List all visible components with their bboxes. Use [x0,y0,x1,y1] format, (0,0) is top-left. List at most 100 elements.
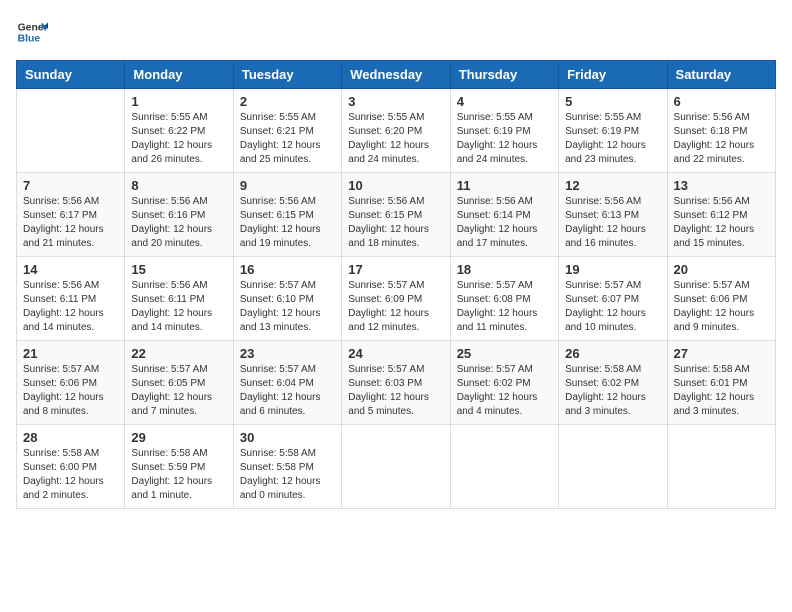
calendar-cell: 29Sunrise: 5:58 AM Sunset: 5:59 PM Dayli… [125,425,233,509]
day-info: Sunrise: 5:57 AM Sunset: 6:03 PM Dayligh… [348,363,443,419]
calendar-cell: 10Sunrise: 5:56 AM Sunset: 6:15 PM Dayli… [342,173,450,257]
day-info: Sunrise: 5:58 AM Sunset: 6:00 PM Dayligh… [23,447,118,503]
day-info: Sunrise: 5:55 AM Sunset: 6:19 PM Dayligh… [565,111,660,167]
day-info: Sunrise: 5:57 AM Sunset: 6:08 PM Dayligh… [457,279,552,335]
day-number: 8 [131,178,226,193]
calendar-cell: 17 Sunrise: 5:57 AM Sunset: 6:09 PM Dayli… [342,257,450,341]
day-number: 19 [565,262,660,277]
calendar-week-row: 21 Sunrise: 5:57 AM Sunset: 6:06 PM Dayli… [17,341,776,425]
calendar-cell [17,89,125,173]
day-number: 11 [457,178,552,193]
calendar-cell [342,425,450,509]
day-info: Sunrise: 5:57 AM Sunset: 6:06 PM Dayligh… [674,279,769,335]
day-number: 6 [674,94,769,109]
weekday-header-cell: Sunday [17,61,125,89]
calendar-cell [667,425,775,509]
svg-text:Blue: Blue [18,34,41,45]
day-number: 5 [565,94,660,109]
day-info: Sunrise: 5:55 AM Sunset: 6:20 PM Dayligh… [348,111,443,167]
calendar-week-row: 1Sunrise: 5:55 AM Sunset: 6:22 PM Daylig… [17,89,776,173]
weekday-header-row: SundayMondayTuesdayWednesdayThursdayFrid… [17,61,776,89]
day-info: Sunrise: 5:58 AM Sunset: 6:01 PM Dayligh… [674,363,769,419]
day-number: 22 [131,346,226,361]
calendar-cell: 30Sunrise: 5:58 AM Sunset: 5:58 PM Dayli… [233,425,341,509]
calendar-body: 1Sunrise: 5:55 AM Sunset: 6:22 PM Daylig… [17,89,776,509]
calendar-cell: 4 Sunrise: 5:55 AM Sunset: 6:19 PM Daylig… [450,89,558,173]
day-info: Sunrise: 5:56 AM Sunset: 6:11 PM Dayligh… [23,279,118,335]
day-info: Sunrise: 5:57 AM Sunset: 6:02 PM Dayligh… [457,363,552,419]
day-info: Sunrise: 5:57 AM Sunset: 6:04 PM Dayligh… [240,363,335,419]
calendar-cell: 28 Sunrise: 5:58 AM Sunset: 6:00 PM Dayli… [17,425,125,509]
day-number: 4 [457,94,552,109]
calendar-cell: 9 Sunrise: 5:56 AM Sunset: 6:15 PM Daylig… [233,173,341,257]
page-header: General Blue [16,16,776,48]
day-info: Sunrise: 5:56 AM Sunset: 6:12 PM Dayligh… [674,195,769,251]
day-number: 7 [23,178,118,193]
day-number: 3 [348,94,443,109]
calendar-cell: 27 Sunrise: 5:58 AM Sunset: 6:01 PM Dayli… [667,341,775,425]
day-info: Sunrise: 5:57 AM Sunset: 6:05 PM Dayligh… [131,363,226,419]
day-number: 29 [131,430,226,445]
day-number: 18 [457,262,552,277]
calendar-cell: 13 Sunrise: 5:56 AM Sunset: 6:12 PM Dayli… [667,173,775,257]
day-info: Sunrise: 5:56 AM Sunset: 6:15 PM Dayligh… [240,195,335,251]
day-number: 21 [23,346,118,361]
day-number: 24 [348,346,443,361]
day-number: 14 [23,262,118,277]
weekday-header-cell: Friday [559,61,667,89]
calendar-cell: 12 Sunrise: 5:56 AM Sunset: 6:13 PM Dayli… [559,173,667,257]
day-number: 17 [348,262,443,277]
weekday-header-cell: Thursday [450,61,558,89]
calendar-cell: 23Sunrise: 5:57 AM Sunset: 6:04 PM Dayli… [233,341,341,425]
calendar-cell: 3 Sunrise: 5:55 AM Sunset: 6:20 PM Daylig… [342,89,450,173]
day-number: 9 [240,178,335,193]
day-info: Sunrise: 5:58 AM Sunset: 5:58 PM Dayligh… [240,447,335,503]
calendar-cell: 2Sunrise: 5:55 AM Sunset: 6:21 PM Daylig… [233,89,341,173]
calendar-cell: 7Sunrise: 5:56 AM Sunset: 6:17 PM Daylig… [17,173,125,257]
day-info: Sunrise: 5:58 AM Sunset: 6:02 PM Dayligh… [565,363,660,419]
calendar-cell: 24 Sunrise: 5:57 AM Sunset: 6:03 PM Dayli… [342,341,450,425]
weekday-header-cell: Saturday [667,61,775,89]
day-info: Sunrise: 5:57 AM Sunset: 6:06 PM Dayligh… [23,363,118,419]
day-number: 15 [131,262,226,277]
calendar-table: SundayMondayTuesdayWednesdayThursdayFrid… [16,60,776,509]
day-info: Sunrise: 5:57 AM Sunset: 6:09 PM Dayligh… [348,279,443,335]
day-number: 2 [240,94,335,109]
calendar-week-row: 7Sunrise: 5:56 AM Sunset: 6:17 PM Daylig… [17,173,776,257]
calendar-cell [559,425,667,509]
weekday-header-cell: Tuesday [233,61,341,89]
calendar-week-row: 14 Sunrise: 5:56 AM Sunset: 6:11 PM Dayli… [17,257,776,341]
day-info: Sunrise: 5:55 AM Sunset: 6:19 PM Dayligh… [457,111,552,167]
weekday-header-cell: Monday [125,61,233,89]
day-number: 25 [457,346,552,361]
day-info: Sunrise: 5:56 AM Sunset: 6:13 PM Dayligh… [565,195,660,251]
logo-icon: General Blue [16,16,48,48]
calendar-cell: 1Sunrise: 5:55 AM Sunset: 6:22 PM Daylig… [125,89,233,173]
day-info: Sunrise: 5:57 AM Sunset: 6:07 PM Dayligh… [565,279,660,335]
calendar-cell: 20 Sunrise: 5:57 AM Sunset: 6:06 PM Dayli… [667,257,775,341]
day-number: 26 [565,346,660,361]
calendar-cell: 15Sunrise: 5:56 AM Sunset: 6:11 PM Dayli… [125,257,233,341]
calendar-cell: 26 Sunrise: 5:58 AM Sunset: 6:02 PM Dayli… [559,341,667,425]
calendar-cell: 18 Sunrise: 5:57 AM Sunset: 6:08 PM Dayli… [450,257,558,341]
day-number: 16 [240,262,335,277]
day-number: 20 [674,262,769,277]
calendar-cell: 19 Sunrise: 5:57 AM Sunset: 6:07 PM Dayli… [559,257,667,341]
calendar-week-row: 28 Sunrise: 5:58 AM Sunset: 6:00 PM Dayli… [17,425,776,509]
calendar-cell: 16 Sunrise: 5:57 AM Sunset: 6:10 PM Dayli… [233,257,341,341]
day-number: 13 [674,178,769,193]
day-number: 27 [674,346,769,361]
calendar-cell: 14 Sunrise: 5:56 AM Sunset: 6:11 PM Dayli… [17,257,125,341]
day-info: Sunrise: 5:56 AM Sunset: 6:18 PM Dayligh… [674,111,769,167]
day-info: Sunrise: 5:57 AM Sunset: 6:10 PM Dayligh… [240,279,335,335]
logo: General Blue [16,16,48,48]
calendar-cell: 22 Sunrise: 5:57 AM Sunset: 6:05 PM Dayli… [125,341,233,425]
calendar-cell: 25 Sunrise: 5:57 AM Sunset: 6:02 PM Dayli… [450,341,558,425]
calendar-cell [450,425,558,509]
weekday-header-cell: Wednesday [342,61,450,89]
calendar-cell: 11Sunrise: 5:56 AM Sunset: 6:14 PM Dayli… [450,173,558,257]
calendar-cell: 5 Sunrise: 5:55 AM Sunset: 6:19 PM Daylig… [559,89,667,173]
day-number: 28 [23,430,118,445]
day-number: 12 [565,178,660,193]
day-number: 1 [131,94,226,109]
